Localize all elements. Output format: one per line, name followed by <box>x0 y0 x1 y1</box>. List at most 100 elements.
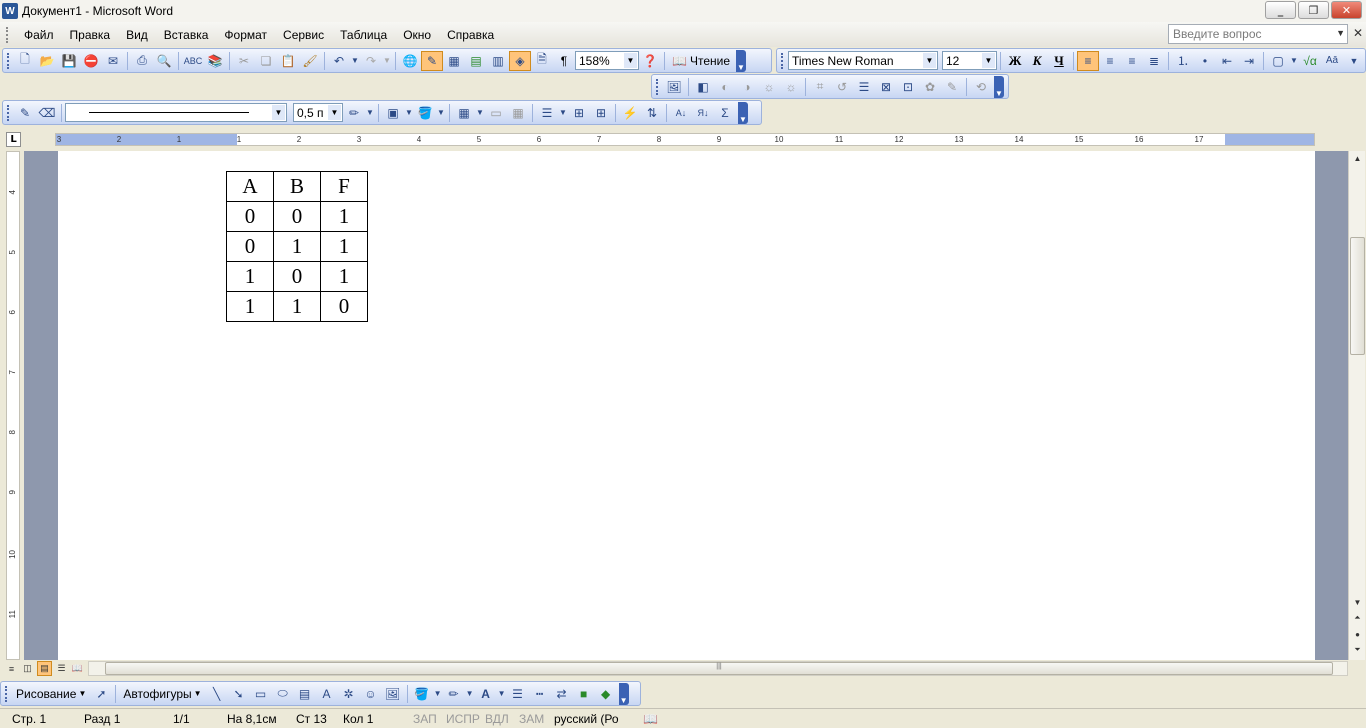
status-record[interactable]: ЗАП <box>413 712 437 726</box>
new-document-icon[interactable]: 🗋 <box>14 51 36 71</box>
menu-view[interactable]: Вид <box>118 28 156 42</box>
autoformat-icon[interactable]: ⚡ <box>619 103 641 123</box>
scroll-thumb[interactable] <box>1350 237 1365 355</box>
diagram-icon[interactable]: ✲ <box>338 684 360 704</box>
menu-help[interactable]: Справка <box>439 28 502 42</box>
open-folder-icon[interactable]: 📂 <box>36 51 58 71</box>
rectangle-icon[interactable]: ▭ <box>250 684 272 704</box>
previous-page-icon[interactable]: ⏶ <box>1350 611 1365 625</box>
zoom-select[interactable]: 158% ▼ <box>575 51 639 70</box>
insert-table-dropdown-icon[interactable]: ▼ <box>475 103 485 123</box>
insert-excel-icon[interactable]: ▤ <box>465 51 487 71</box>
change-case-icon[interactable]: Aā <box>1321 51 1343 71</box>
toolbar-options-icon[interactable]: ▼ <box>738 101 748 124</box>
table-cell[interactable]: 1 <box>320 201 368 232</box>
toolbar-options-icon[interactable]: ▼ <box>736 49 746 72</box>
chevron-down-icon[interactable]: ▼ <box>923 53 936 68</box>
shading-dropdown-icon[interactable]: ▼ <box>436 103 446 123</box>
less-brightness-icon[interactable]: ☼ <box>780 77 802 97</box>
document-map-icon[interactable]: 🗎 <box>531 51 553 71</box>
save-icon[interactable]: 💾 <box>58 51 80 71</box>
line-style-select[interactable]: ▼ <box>65 103 287 122</box>
borders-icon[interactable]: ▢ <box>1267 51 1289 71</box>
italic-button[interactable]: К <box>1026 51 1048 71</box>
border-color-dropdown-icon[interactable]: ▼ <box>365 103 375 123</box>
split-cells-icon[interactable]: ▦ <box>507 103 529 123</box>
status-page[interactable]: Стр. 1 <box>12 712 46 726</box>
color-icon[interactable]: ◧ <box>692 77 714 97</box>
change-text-direction-icon[interactable]: ⇅ <box>641 103 663 123</box>
status-track-changes[interactable]: ИСПР <box>446 712 480 726</box>
drawing-icon[interactable]: ◈ <box>509 50 531 71</box>
status-column[interactable]: Кол 1 <box>343 712 373 726</box>
clip-art-icon[interactable]: ☺ <box>360 684 382 704</box>
justify-icon[interactable]: ≣ <box>1143 51 1165 71</box>
table-cell[interactable]: 0 <box>320 291 368 322</box>
chevron-down-icon[interactable]: ▼ <box>272 105 285 120</box>
bullets-icon[interactable]: • <box>1194 51 1216 71</box>
borders-dropdown-icon[interactable]: ▼ <box>1289 51 1299 71</box>
toolbar-options-icon[interactable]: ▼ <box>618 682 629 705</box>
align-left-icon[interactable]: ≡ <box>1077 50 1099 71</box>
menu-window[interactable]: Окно <box>395 28 439 42</box>
line-color-icon[interactable]: ✏ <box>443 684 465 704</box>
insert-picture-icon[interactable]: 🖼 <box>663 77 685 97</box>
format-painter-icon[interactable]: 🖌 <box>299 51 321 71</box>
font-color-dropdown-icon[interactable]: ▼ <box>497 684 507 704</box>
help-icon[interactable]: ❓ <box>639 51 661 71</box>
select-objects-icon[interactable]: ➚ <box>90 684 112 704</box>
decrease-indent-icon[interactable]: ⇤ <box>1216 51 1238 71</box>
distribute-columns-icon[interactable]: ⊞ <box>590 103 612 123</box>
underline-button[interactable]: Ч <box>1048 51 1070 71</box>
shadow-style-icon[interactable]: ■ <box>573 684 595 704</box>
insert-picture-icon[interactable]: 🖼 <box>382 684 404 704</box>
toolbar-grip[interactable] <box>5 685 8 702</box>
reset-picture-icon[interactable]: ⟲ <box>970 77 992 97</box>
line-color-dropdown-icon[interactable]: ▼ <box>465 684 475 704</box>
fill-color-dropdown-icon[interactable]: ▼ <box>433 684 443 704</box>
line-weight-select[interactable]: 0,5 п ▼ <box>293 103 343 122</box>
chevron-down-icon[interactable]: ▼ <box>982 53 995 68</box>
tables-borders-icon[interactable]: ✎ <box>421 50 443 71</box>
chevron-down-icon[interactable]: ▼ <box>328 105 341 120</box>
draw-table-icon[interactable]: ✎ <box>14 103 36 123</box>
paste-icon[interactable]: 📋 <box>277 51 299 71</box>
spelling-icon[interactable]: ABC <box>182 51 204 71</box>
menu-insert[interactable]: Вставка <box>156 28 217 42</box>
table-cell[interactable]: 1 <box>320 231 368 262</box>
font-size-select[interactable]: 12 ▼ <box>942 51 997 70</box>
toolbar-grip[interactable] <box>7 104 10 121</box>
undo-dropdown-icon[interactable]: ▼ <box>350 51 360 71</box>
research-icon[interactable]: 📚 <box>204 51 226 71</box>
table-cell[interactable]: 1 <box>320 261 368 292</box>
scroll-thumb[interactable]: ||| <box>105 662 1333 675</box>
select-browse-object-icon[interactable]: ● <box>1350 627 1365 641</box>
more-contrast-icon[interactable]: ◐ <box>714 77 736 97</box>
chevron-down-icon[interactable]: ▼ <box>1336 28 1345 38</box>
permission-icon[interactable]: ⛔ <box>80 51 102 71</box>
help-question-input[interactable]: Введите вопрос ▼ <box>1168 24 1348 44</box>
font-color-icon[interactable]: A <box>475 684 497 704</box>
email-icon[interactable]: ✉ <box>102 51 124 71</box>
word-app-icon[interactable]: W <box>2 3 18 19</box>
copy-icon[interactable]: ❏ <box>255 51 277 71</box>
equation-icon[interactable]: √α <box>1299 51 1321 71</box>
undo-icon[interactable]: ↶ <box>328 51 350 71</box>
status-section[interactable]: Разд 1 <box>84 712 120 726</box>
print-icon[interactable]: ⎙ <box>131 51 153 71</box>
reading-mode-button[interactable]: 📖 Чтение <box>668 54 734 68</box>
align-right-icon[interactable]: ≡ <box>1121 51 1143 71</box>
cut-icon[interactable]: ✂ <box>233 51 255 71</box>
table-cell[interactable]: 0 <box>226 201 274 232</box>
toolbar-grip[interactable] <box>781 52 784 69</box>
menu-format[interactable]: Формат <box>216 28 275 42</box>
reading-layout-icon[interactable]: 📖 <box>70 661 85 676</box>
status-at[interactable]: На 8,1см <box>227 712 277 726</box>
redo-icon[interactable]: ↷ <box>360 51 382 71</box>
rotate-icon[interactable]: ↺ <box>831 77 853 97</box>
close-window-button[interactable]: ✕ <box>1331 1 1362 19</box>
arrow-icon[interactable]: ➘ <box>228 684 250 704</box>
align-cell-dropdown-icon[interactable]: ▼ <box>558 103 568 123</box>
border-color-icon[interactable]: ✏ <box>343 103 365 123</box>
status-language[interactable]: русский (Ро <box>554 712 619 726</box>
